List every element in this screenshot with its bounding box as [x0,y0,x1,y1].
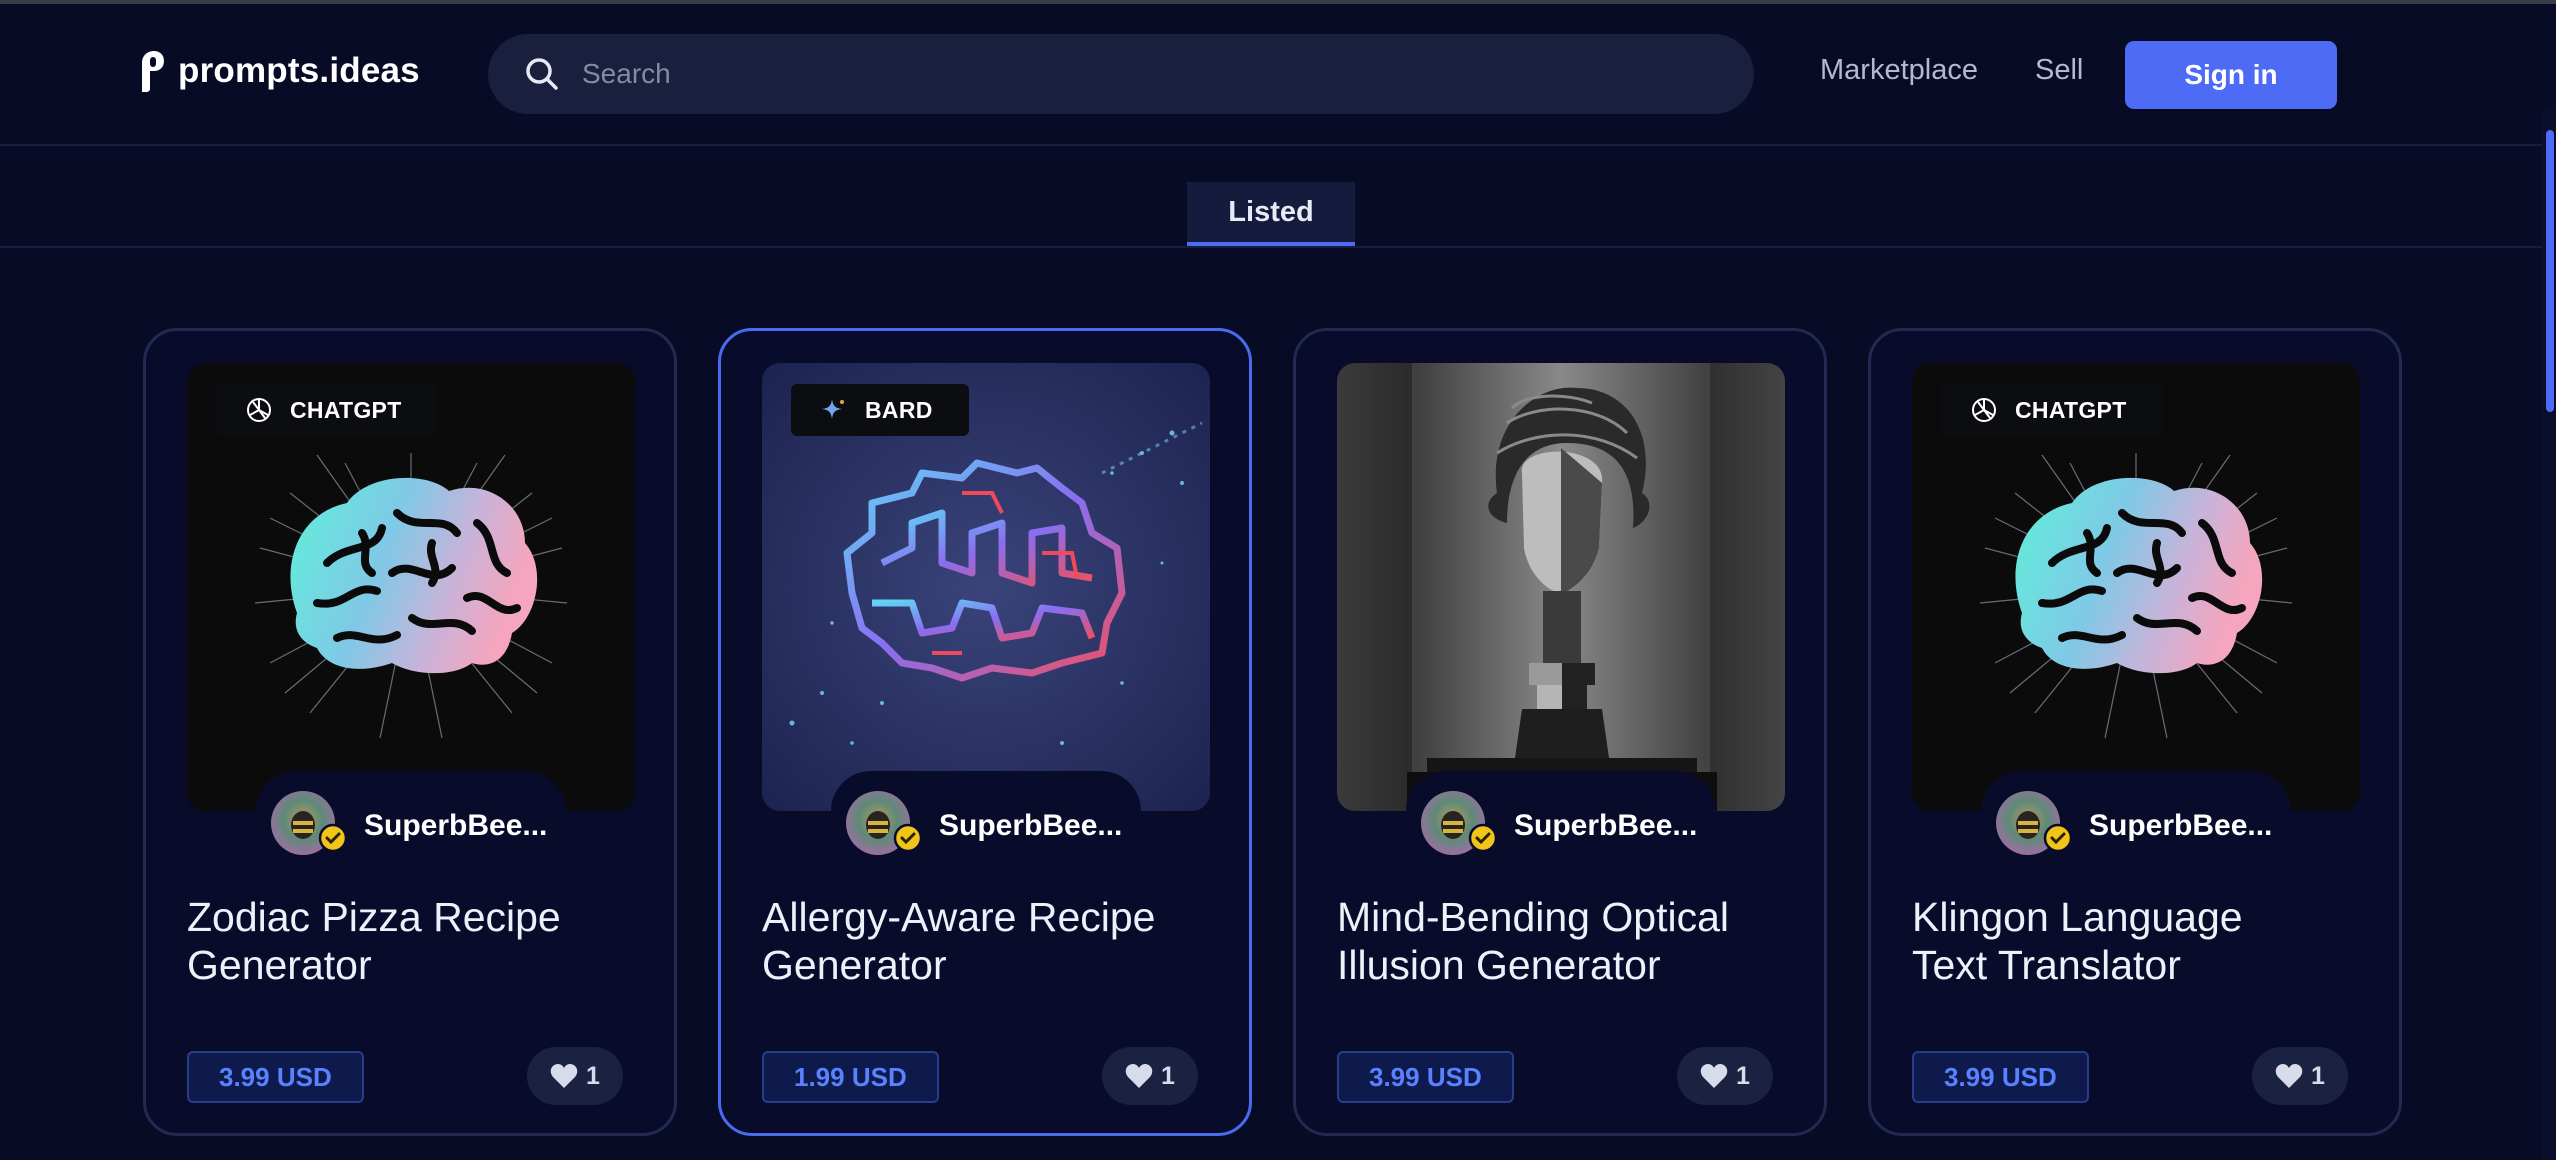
model-label: BARD [865,396,933,423]
price-badge: 1.99 USD [762,1051,939,1103]
bard-sparkle-icon [822,399,844,419]
prompt-title[interactable]: Klingon Language Text Translator [1912,893,2372,989]
search-bar[interactable] [488,34,1754,114]
model-badge: CHATGPT [216,384,438,436]
prompt-card[interactable]: CHATGPT SuperbBee... Zodiac Pizza Recipe… [143,328,677,1136]
prompt-card[interactable]: CHATGPT SuperbBee... Klingon Language Tex… [1868,328,2402,1136]
price-badge: 3.99 USD [1912,1051,2089,1103]
search-icon [526,58,558,90]
tab-listed[interactable]: Listed [1187,182,1355,246]
verified-badge-icon [2043,823,2073,853]
like-count: 1 [2311,1061,2325,1090]
model-badge: BARD [791,384,969,436]
like-count: 1 [586,1061,600,1090]
search-input[interactable] [580,57,1684,91]
prompt-title-line: Generator [187,942,372,988]
like-button[interactable]: 1 [1102,1047,1198,1105]
price-badge: 3.99 USD [1337,1051,1514,1103]
like-button[interactable]: 1 [527,1047,623,1105]
prompt-title-line: Allergy-Aware Recipe [762,894,1156,940]
logo-mark-icon [142,51,164,92]
heart-icon [1125,1064,1153,1088]
tabs-bar: Listed [0,146,2556,248]
author-name[interactable]: SuperbBee... [2089,809,2272,843]
prompt-title[interactable]: Zodiac Pizza Recipe Generator [187,893,647,989]
heart-icon [1700,1064,1728,1088]
verified-badge-icon [318,823,348,853]
model-label: CHATGPT [290,396,402,423]
verified-badge-icon [1468,823,1498,853]
logo-text: prompts.ideas [178,51,420,90]
prompt-title-line: Text Translator [1912,942,2181,988]
author-name[interactable]: SuperbBee... [364,809,547,843]
price-badge: 3.99 USD [187,1051,364,1103]
heart-icon [2275,1064,2303,1088]
prompt-image: BARD [762,363,1210,811]
prompt-image [1337,363,1785,811]
prompt-title-line: Mind-Bending Optical [1337,894,1729,940]
model-label: CHATGPT [2015,396,2127,423]
prompt-card[interactable]: SuperbBee... Mind-Bending Optical Illusio… [1293,328,1827,1136]
prompt-image: CHATGPT [187,363,635,811]
sign-in-button[interactable]: Sign in [2125,41,2337,109]
prompt-title-line: Zodiac Pizza Recipe [187,894,561,940]
verified-badge-icon [893,823,923,853]
like-button[interactable]: 1 [1677,1047,1773,1105]
prompt-title[interactable]: Mind-Bending Optical Illusion Generator [1337,893,1797,989]
prompt-image: CHATGPT [1912,363,2360,811]
model-badge: CHATGPT [1941,384,2163,436]
prompt-title-line: Illusion Generator [1337,942,1661,988]
author-name[interactable]: SuperbBee... [939,809,1122,843]
openai-icon [1972,398,1996,422]
author-name[interactable]: SuperbBee... [1514,809,1697,843]
prompt-card[interactable]: BARD SuperbBee... Allergy-Aware Recipe Ge… [718,328,1252,1136]
scrollbar-thumb[interactable] [2546,130,2554,412]
prompt-title-line: Generator [762,942,947,988]
like-button[interactable]: 1 [2252,1047,2348,1105]
site-logo[interactable]: prompts.ideas [138,46,420,96]
heart-icon [550,1064,578,1088]
nav-marketplace[interactable]: Marketplace [1820,54,1978,87]
like-count: 1 [1736,1061,1750,1090]
prompt-title-line: Klingon Language [1912,894,2243,940]
prompt-title[interactable]: Allergy-Aware Recipe Generator [762,893,1222,989]
openai-icon [247,398,271,422]
like-count: 1 [1161,1061,1175,1090]
nav-sell[interactable]: Sell [2035,54,2083,87]
top-navbar: prompts.ideas Marketplace Sell Sign in [0,4,2556,146]
sculpture-bust-image [1337,363,1785,811]
